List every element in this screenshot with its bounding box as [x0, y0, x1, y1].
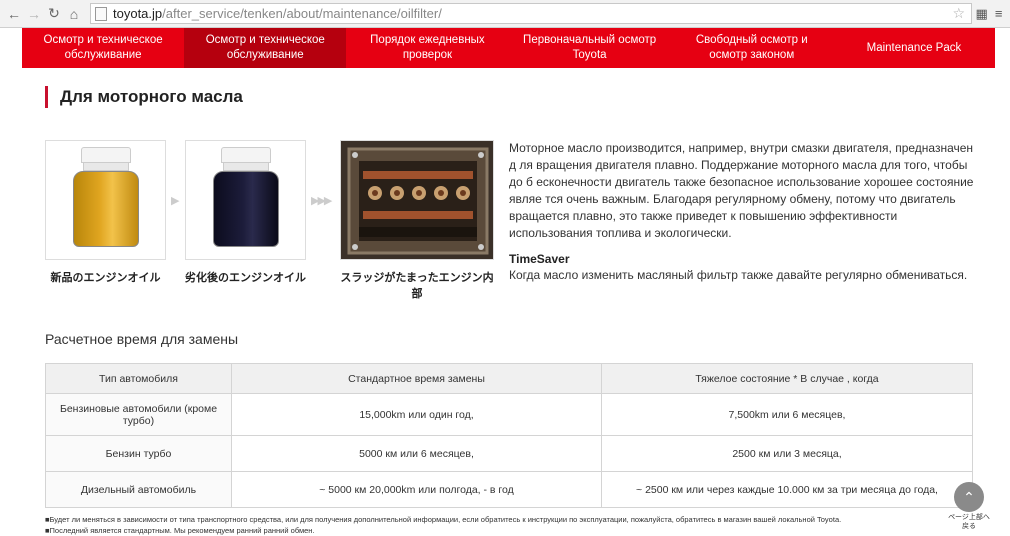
table-row: Бензин турбо 5000 км или 6 месяцев, 2500… — [45, 435, 973, 472]
bookmark-star-icon[interactable]: ☆ — [952, 5, 965, 22]
main-nav: Осмотр и техническое обслуживание Осмотр… — [22, 28, 995, 68]
nav-item-maintenance-pack[interactable]: Maintenance Pack — [833, 28, 995, 68]
back-to-top-button[interactable]: ⌃ — [954, 482, 984, 512]
url-path: /after_service/tenken/about/maintenance/… — [162, 6, 442, 21]
menu-icon[interactable]: ≡ — [995, 6, 1003, 22]
header-standard-time: Стандартное время замены — [231, 363, 602, 394]
replacement-title: Расчетное время для замены — [45, 331, 239, 347]
arrow-icon: ▶ — [171, 195, 180, 207]
footnotes: ■Будет ли меняться в зависимости от типа… — [45, 514, 841, 536]
engine-sludge-image — [340, 140, 494, 260]
oil-description: Моторное масло производится, например, в… — [509, 141, 974, 240]
footnote-1: ■Будет ли меняться в зависимости от типа… — [45, 515, 842, 524]
home-icon[interactable]: ⌂ — [64, 4, 84, 24]
replacement-table: Тип автомобиля Стандартное время замены … — [45, 363, 973, 508]
chevron-up-icon: ⌃ — [963, 488, 975, 505]
footnote-2: ■Последний является стандартным. Мы реко… — [45, 526, 315, 535]
nav-item-initial-inspection[interactable]: Первоначальный осмотр Toyota — [509, 28, 671, 68]
table-cell: Бензин турбо — [45, 435, 232, 472]
timesaver-title: TimeSaver — [509, 252, 570, 266]
triple-arrow-icon: ▶▶▶ — [311, 195, 332, 207]
table-cell: 7,500km или 6 месяцев, — [601, 393, 973, 436]
used-oil-image — [185, 140, 306, 260]
browser-toolbar: ← → ↻ ⌂ toyota.jp/after_service/tenken/a… — [0, 0, 1010, 28]
table-cell: 2500 км или 3 месяца, — [601, 435, 973, 472]
table-cell: 5000 км или 6 месяцев, — [231, 435, 602, 472]
back-icon[interactable]: ← — [4, 4, 24, 24]
table-cell: ~ 5000 км 20,000km или полгода, - в год — [231, 471, 602, 508]
table-cell: Бензиновые автомобили (кроме турбо) — [45, 393, 232, 436]
new-oil-caption: 新品のエンジンオイル — [50, 272, 161, 284]
table-row: Бензиновые автомобили (кроме турбо) 15,0… — [45, 393, 973, 436]
new-oil-image — [45, 140, 166, 260]
table-row: Дизельный автомобиль ~ 5000 км 20,000km … — [45, 471, 973, 508]
address-bar[interactable]: toyota.jp/after_service/tenken/about/mai… — [90, 3, 972, 24]
reload-icon[interactable]: ↻ — [44, 4, 64, 24]
table-cell: 15,000km или один год, — [231, 393, 602, 436]
nav-item-inspection-active[interactable]: Осмотр и техническое обслуживание — [184, 28, 347, 68]
table-header-row: Тип автомобиля Стандартное время замены … — [45, 363, 973, 394]
forward-icon[interactable]: → — [24, 4, 44, 24]
header-vehicle-type: Тип автомобиля — [45, 363, 232, 394]
page-icon — [95, 6, 107, 21]
nav-item-free-inspection[interactable]: Свободный осмотр и осмотр законом — [671, 28, 833, 68]
translate-icon[interactable]: ▦ — [976, 6, 988, 22]
table-cell: ~ 2500 км или через каждые 10.000 км за … — [601, 471, 973, 508]
header-severe-condition: Тяжелое состояние * В случае , когда — [601, 363, 973, 394]
timesaver-text: Когда масло изменить масляный фильтр так… — [509, 268, 968, 282]
url-host: toyota.jp — [113, 6, 163, 21]
sludge-caption: スラッジがたまったエンジン内部 — [340, 272, 494, 300]
nav-item-inspection[interactable]: Осмотр и техническое обслуживание — [22, 28, 184, 68]
section-title: Для моторного масла — [45, 86, 243, 108]
used-oil-caption: 劣化後のエンジンオイル — [185, 272, 306, 284]
table-cell: Дизельный автомобиль — [45, 471, 232, 508]
back-to-top-label[interactable]: ページ上部へ戻る — [945, 513, 993, 531]
nav-item-daily-check[interactable]: Порядок ежедневных проверок — [346, 28, 508, 68]
